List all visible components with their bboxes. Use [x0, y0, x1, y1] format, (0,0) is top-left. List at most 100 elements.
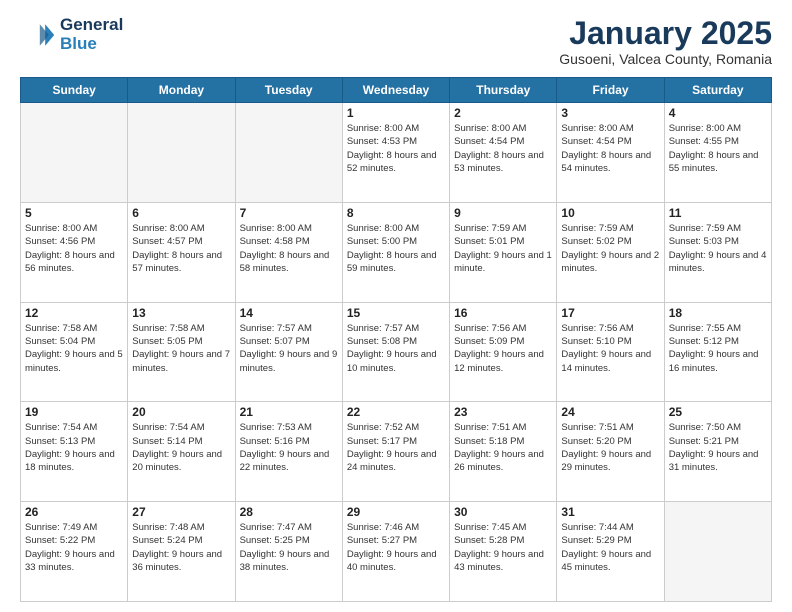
calendar-cell: 14 Sunrise: 7:57 AM Sunset: 5:07 PM Dayli… [235, 302, 342, 402]
day-info: Sunrise: 7:53 AM Sunset: 5:16 PM Dayligh… [240, 421, 338, 474]
day-number: 2 [454, 106, 552, 120]
calendar-header-row: SundayMondayTuesdayWednesdayThursdayFrid… [21, 78, 772, 103]
calendar-cell: 16Sunrise: 7:56 AM Sunset: 5:09 PM Dayli… [450, 302, 557, 402]
day-number: 24 [561, 405, 659, 419]
day-info: Sunrise: 7:51 AM Sunset: 5:18 PM Dayligh… [454, 421, 552, 474]
calendar-cell: 3Sunrise: 8:00 AM Sunset: 4:54 PM Daylig… [557, 103, 664, 203]
calendar-cell: 22 Sunrise: 7:52 AM Sunset: 5:17 PM Dayli… [342, 402, 449, 502]
calendar-cell: 10 Sunrise: 7:59 AM Sunset: 5:02 PM Dayli… [557, 202, 664, 302]
day-info: Sunrise: 7:58 AM Sunset: 5:05 PM Dayligh… [132, 322, 230, 375]
calendar-cell: 31 Sunrise: 7:44 AM Sunset: 5:29 PM Dayli… [557, 502, 664, 602]
day-number: 30 [454, 505, 552, 519]
calendar-cell: 19 Sunrise: 7:54 AM Sunset: 5:13 PM Dayli… [21, 402, 128, 502]
calendar-cell: 20 Sunrise: 7:54 AM Sunset: 5:14 PM Dayli… [128, 402, 235, 502]
day-header-thursday: Thursday [450, 78, 557, 103]
day-info: Sunrise: 7:47 AM Sunset: 5:25 PM Dayligh… [240, 521, 338, 574]
day-number: 5 [25, 206, 123, 220]
calendar-cell: 5 Sunrise: 8:00 AM Sunset: 4:56 PM Daylig… [21, 202, 128, 302]
day-number: 22 [347, 405, 445, 419]
day-info: Sunrise: 7:50 AM Sunset: 5:21 PM Dayligh… [669, 421, 767, 474]
header: General Blue January 2025 Gusoeni, Valce… [20, 16, 772, 67]
calendar-cell: 1 Sunrise: 8:00 AM Sunset: 4:53 PM Daylig… [342, 103, 449, 203]
day-number: 15 [347, 306, 445, 320]
day-number: 11 [669, 206, 767, 220]
day-info: Sunrise: 8:00 AM Sunset: 4:54 PM Dayligh… [561, 122, 659, 175]
day-info: Sunrise: 7:51 AM Sunset: 5:20 PM Dayligh… [561, 421, 659, 474]
day-number: 13 [132, 306, 230, 320]
day-number: 14 [240, 306, 338, 320]
day-info: Sunrise: 7:59 AM Sunset: 5:02 PM Dayligh… [561, 222, 659, 275]
day-number: 21 [240, 405, 338, 419]
calendar-cell: 6 Sunrise: 8:00 AM Sunset: 4:57 PM Daylig… [128, 202, 235, 302]
title-block: January 2025 Gusoeni, Valcea County, Rom… [559, 16, 772, 67]
day-number: 9 [454, 206, 552, 220]
page: General Blue January 2025 Gusoeni, Valce… [0, 0, 792, 612]
calendar-cell: 11 Sunrise: 7:59 AM Sunset: 5:03 PM Dayli… [664, 202, 771, 302]
calendar-cell [128, 103, 235, 203]
day-number: 27 [132, 505, 230, 519]
calendar-cell: 21 Sunrise: 7:53 AM Sunset: 5:16 PM Dayli… [235, 402, 342, 502]
day-info: Sunrise: 8:00 AM Sunset: 4:57 PM Dayligh… [132, 222, 230, 275]
day-info: Sunrise: 7:49 AM Sunset: 5:22 PM Dayligh… [25, 521, 123, 574]
day-info: Sunrise: 7:54 AM Sunset: 5:13 PM Dayligh… [25, 421, 123, 474]
day-number: 20 [132, 405, 230, 419]
day-info: Sunrise: 8:00 AM Sunset: 4:53 PM Dayligh… [347, 122, 445, 175]
day-info: Sunrise: 8:00 AM Sunset: 4:54 PM Dayligh… [454, 122, 552, 175]
calendar-week-row: 5 Sunrise: 8:00 AM Sunset: 4:56 PM Daylig… [21, 202, 772, 302]
day-info: Sunrise: 7:55 AM Sunset: 5:12 PM Dayligh… [669, 322, 767, 375]
calendar-cell: 15 Sunrise: 7:57 AM Sunset: 5:08 PM Dayli… [342, 302, 449, 402]
logo-icon [20, 17, 56, 53]
calendar-cell: 29 Sunrise: 7:46 AM Sunset: 5:27 PM Dayli… [342, 502, 449, 602]
day-number: 6 [132, 206, 230, 220]
day-number: 29 [347, 505, 445, 519]
day-number: 25 [669, 405, 767, 419]
day-info: Sunrise: 7:56 AM Sunset: 5:09 PM Dayligh… [454, 322, 552, 375]
day-number: 19 [25, 405, 123, 419]
day-info: Sunrise: 7:52 AM Sunset: 5:17 PM Dayligh… [347, 421, 445, 474]
day-info: Sunrise: 7:58 AM Sunset: 5:04 PM Dayligh… [25, 322, 123, 375]
day-header-sunday: Sunday [21, 78, 128, 103]
day-number: 8 [347, 206, 445, 220]
calendar-cell: 18 Sunrise: 7:55 AM Sunset: 5:12 PM Dayli… [664, 302, 771, 402]
calendar-cell [664, 502, 771, 602]
calendar-cell: 8 Sunrise: 8:00 AM Sunset: 5:00 PM Daylig… [342, 202, 449, 302]
calendar-cell: 7Sunrise: 8:00 AM Sunset: 4:58 PM Daylig… [235, 202, 342, 302]
day-info: Sunrise: 7:57 AM Sunset: 5:08 PM Dayligh… [347, 322, 445, 375]
day-header-saturday: Saturday [664, 78, 771, 103]
calendar-cell: 2 Sunrise: 8:00 AM Sunset: 4:54 PM Daylig… [450, 103, 557, 203]
calendar-cell: 23 Sunrise: 7:51 AM Sunset: 5:18 PM Dayli… [450, 402, 557, 502]
day-number: 28 [240, 505, 338, 519]
day-info: Sunrise: 8:00 AM Sunset: 5:00 PM Dayligh… [347, 222, 445, 275]
day-number: 26 [25, 505, 123, 519]
calendar-cell: 17Sunrise: 7:56 AM Sunset: 5:10 PM Dayli… [557, 302, 664, 402]
calendar-cell: 25 Sunrise: 7:50 AM Sunset: 5:21 PM Dayli… [664, 402, 771, 502]
calendar-cell: 13 Sunrise: 7:58 AM Sunset: 5:05 PM Dayli… [128, 302, 235, 402]
day-header-friday: Friday [557, 78, 664, 103]
day-header-monday: Monday [128, 78, 235, 103]
calendar-cell [21, 103, 128, 203]
day-info: Sunrise: 8:00 AM Sunset: 4:56 PM Dayligh… [25, 222, 123, 275]
day-info: Sunrise: 7:59 AM Sunset: 5:03 PM Dayligh… [669, 222, 767, 275]
day-info: Sunrise: 7:45 AM Sunset: 5:28 PM Dayligh… [454, 521, 552, 574]
calendar-table: SundayMondayTuesdayWednesdayThursdayFrid… [20, 77, 772, 602]
day-number: 23 [454, 405, 552, 419]
day-info: Sunrise: 7:46 AM Sunset: 5:27 PM Dayligh… [347, 521, 445, 574]
calendar-cell: 24 Sunrise: 7:51 AM Sunset: 5:20 PM Dayli… [557, 402, 664, 502]
calendar-subtitle: Gusoeni, Valcea County, Romania [559, 51, 772, 67]
day-number: 10 [561, 206, 659, 220]
day-info: Sunrise: 7:59 AM Sunset: 5:01 PM Dayligh… [454, 222, 552, 275]
day-number: 17 [561, 306, 659, 320]
calendar-cell: 30 Sunrise: 7:45 AM Sunset: 5:28 PM Dayli… [450, 502, 557, 602]
day-info: Sunrise: 7:57 AM Sunset: 5:07 PM Dayligh… [240, 322, 338, 375]
day-number: 1 [347, 106, 445, 120]
day-info: Sunrise: 8:00 AM Sunset: 4:58 PM Dayligh… [240, 222, 338, 275]
day-info: Sunrise: 7:54 AM Sunset: 5:14 PM Dayligh… [132, 421, 230, 474]
calendar-week-row: 12Sunrise: 7:58 AM Sunset: 5:04 PM Dayli… [21, 302, 772, 402]
calendar-title: January 2025 [559, 16, 772, 51]
day-info: Sunrise: 7:48 AM Sunset: 5:24 PM Dayligh… [132, 521, 230, 574]
day-info: Sunrise: 7:44 AM Sunset: 5:29 PM Dayligh… [561, 521, 659, 574]
day-number: 31 [561, 505, 659, 519]
logo: General Blue [20, 16, 123, 53]
day-number: 18 [669, 306, 767, 320]
calendar-cell: 27 Sunrise: 7:48 AM Sunset: 5:24 PM Dayli… [128, 502, 235, 602]
